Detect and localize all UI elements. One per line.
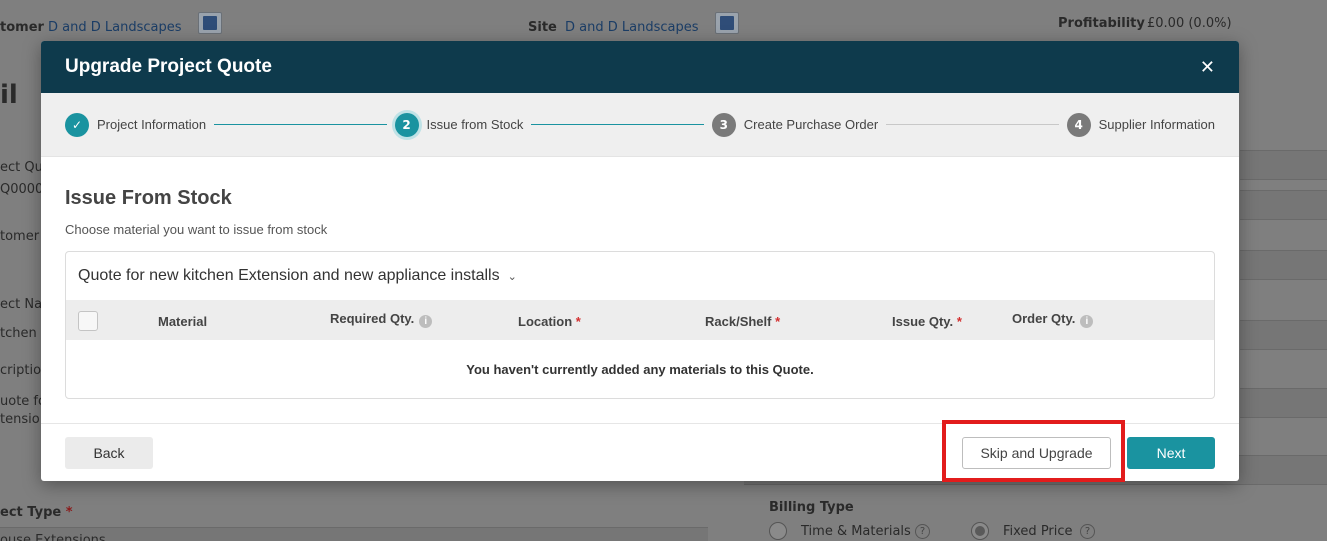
bg-field-value: uote fo [0, 394, 46, 409]
bg-right-field [1240, 250, 1327, 280]
step-label: Project Information [97, 117, 207, 132]
billing-radio-fixed-price [971, 522, 989, 540]
bg-field-label: ect Qu [0, 160, 43, 175]
step-connector [531, 124, 704, 125]
materials-table-header: Material Required Qty. i Location * Rack/… [66, 300, 1214, 340]
modal-content: Issue From Stock Choose material you wan… [41, 187, 1239, 399]
bg-field-value: Q0000 [0, 182, 44, 197]
next-button[interactable]: Next [1127, 437, 1215, 469]
help-icon: ? [1080, 524, 1095, 539]
bg-field-value: tensio [0, 412, 40, 427]
section-title: Issue From Stock [65, 187, 232, 209]
step-create-purchase-order[interactable]: 3 Create Purchase Order [711, 112, 879, 137]
billing-option-label: Fixed Price [1003, 524, 1073, 539]
step-connector [886, 124, 1059, 125]
step-issue-from-stock[interactable]: 2 Issue from Stock [394, 112, 524, 137]
column-order-qty: Order Qty. i [1012, 311, 1094, 328]
info-icon: i [419, 315, 433, 328]
customer-link: D and D Landscapes [48, 20, 182, 35]
step-connector [214, 124, 387, 125]
back-button[interactable]: Back [65, 437, 153, 469]
close-icon[interactable]: ✕ [1200, 57, 1215, 78]
step-label: Create Purchase Order [743, 117, 879, 132]
step-label: Issue from Stock [426, 117, 524, 132]
billing-type-label: Billing Type [769, 500, 854, 515]
bg-right-field [1240, 150, 1327, 180]
billing-option-label: Time & Materials [801, 524, 911, 539]
column-rack-shelf: Rack/Shelf * [705, 314, 781, 329]
outlook-icon [198, 12, 222, 34]
step-project-information[interactable]: ✓ Project Information [65, 112, 207, 137]
quote-card: Quote for new kitchen Extension and new … [65, 251, 1215, 399]
empty-table-message: You haven't currently added any material… [466, 361, 814, 377]
quote-title: Quote for new kitchen Extension and new … [78, 267, 500, 284]
step-number: 3 [711, 112, 736, 137]
step-number: 4 [1066, 112, 1091, 137]
bg-field-value: tchen i [0, 326, 45, 341]
bg-right-field [1240, 190, 1327, 220]
step-label: Supplier Information [1098, 117, 1215, 132]
profitability-value: £0.00 (0.0%) [1147, 16, 1232, 31]
modal-header: Upgrade Project Quote ✕ [41, 41, 1239, 93]
site-link: D and D Landscapes [565, 20, 699, 35]
customer-label: tomer [0, 20, 44, 35]
bg-field-label: ect Na [0, 297, 43, 312]
column-material: Material [158, 314, 208, 329]
column-issue-qty: Issue Qty. * [892, 314, 962, 329]
project-type-label: ect Type * [0, 505, 73, 520]
page-heading: il [0, 80, 18, 110]
profitability-label: Profitability [1058, 16, 1145, 31]
site-label: Site [528, 20, 557, 35]
step-supplier-information[interactable]: 4 Supplier Information [1066, 112, 1215, 137]
column-location: Location * [518, 314, 581, 329]
quote-accordion-toggle[interactable]: Quote for new kitchen Extension and new … [66, 252, 1214, 300]
project-type-value: ouse Extensions [0, 533, 106, 541]
highlight-annotation-box [942, 420, 1125, 482]
info-icon: i [1080, 315, 1094, 328]
step-number: 2 [394, 112, 419, 137]
column-required-qty: Required Qty. i [330, 311, 433, 328]
stepper: ✓ Project Information 2 Issue from Stock… [41, 93, 1239, 157]
billing-radio-time-materials [769, 522, 787, 540]
section-subtitle: Choose material you want to issue from s… [65, 222, 328, 237]
project-type-field [0, 527, 708, 541]
bg-right-field [1240, 388, 1327, 418]
check-icon: ✓ [65, 112, 89, 137]
modal-title: Upgrade Project Quote [65, 56, 272, 77]
select-all-checkbox[interactable] [78, 311, 98, 331]
help-icon: ? [915, 524, 930, 539]
chevron-down-icon: ⌄ [507, 270, 517, 283]
outlook-icon [715, 12, 739, 34]
bg-right-field [1240, 320, 1327, 350]
upgrade-quote-modal: Upgrade Project Quote ✕ ✓ Project Inform… [41, 41, 1239, 481]
bg-field-label: criptio [0, 363, 42, 378]
